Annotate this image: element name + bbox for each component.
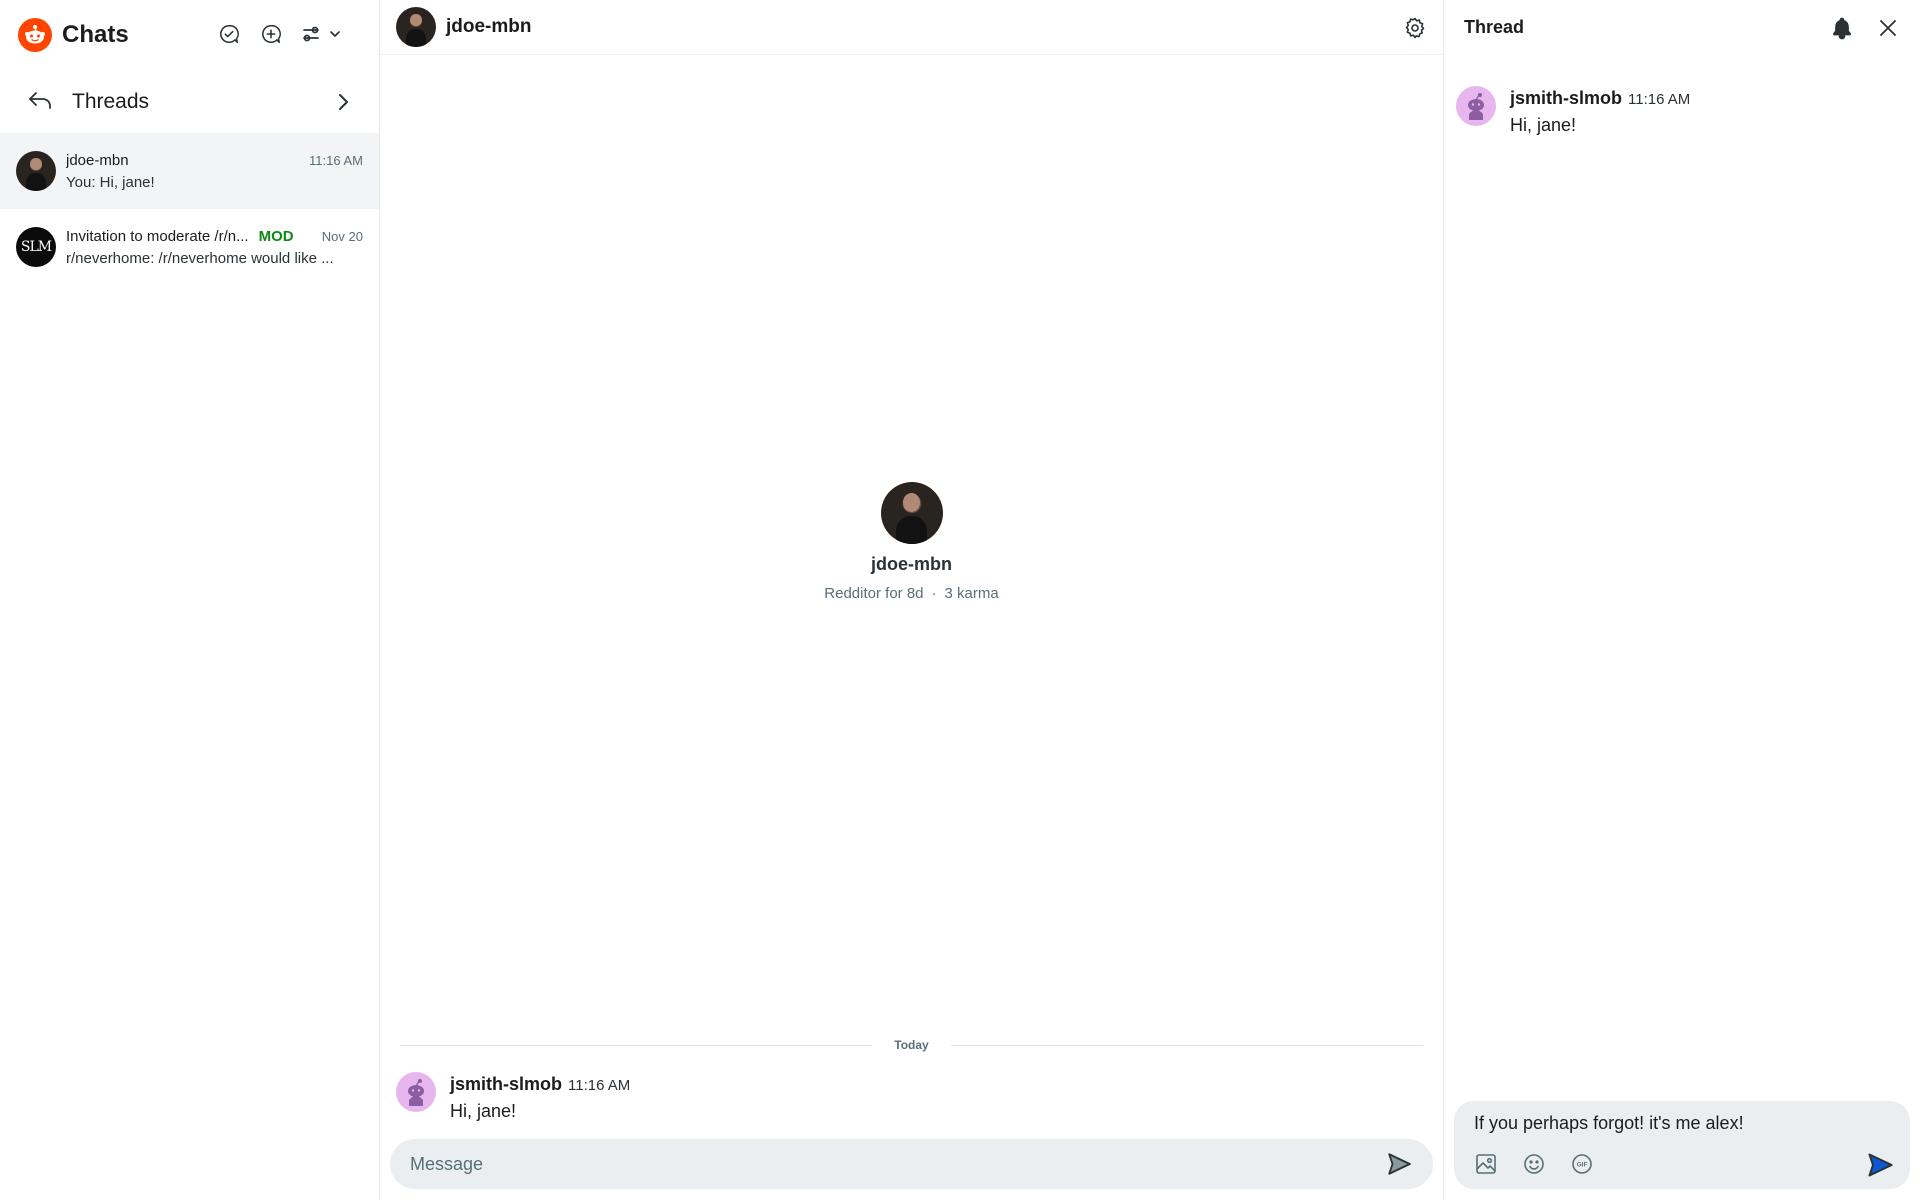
message-text: Hi, jane! <box>1510 115 1577 135</box>
conversation-title[interactable]: jdoe-mbn <box>446 16 532 38</box>
sidebar-actions <box>215 20 347 48</box>
profile-meta: Redditor for 8d · 3 karma <box>380 585 1443 602</box>
gif-icon[interactable]: GIF <box>1568 1150 1596 1178</box>
meta-separator: · <box>931 585 937 602</box>
profile-age: Redditor for 8d <box>824 585 924 602</box>
chat-preview: r/neverhome: /r/neverhome would like ... <box>66 249 334 267</box>
chat-preview: You: Hi, jane! <box>66 173 155 191</box>
emoji-icon[interactable] <box>1520 1150 1548 1178</box>
chat-name: jdoe-mbn <box>66 151 129 169</box>
chat-time: Nov 20 <box>321 228 363 244</box>
date-divider-label: Today <box>894 1038 929 1052</box>
thread-message: jsmith-slmob 11:16 AM Hi, jane! <box>1456 86 1690 136</box>
image-icon[interactable] <box>1472 1150 1500 1178</box>
avatar[interactable] <box>396 1072 436 1112</box>
conversation-pane: jdoe-mbn jdoe-mbn Redditor for 8d · 3 karm… <box>380 0 1444 1200</box>
send-icon[interactable] <box>1866 1151 1894 1179</box>
sidebar: Chats Threads jdoe-mbn 11:16 AM You: Hi,… <box>0 0 380 1200</box>
message-input[interactable] <box>410 1153 1385 1175</box>
avatar: SLM <box>16 227 56 267</box>
chat-app: Chats Threads jdoe-mbn 11:16 AM You: Hi,… <box>0 0 1920 1200</box>
check-bubble-icon[interactable] <box>215 20 243 48</box>
threads-link[interactable]: Threads <box>0 71 379 133</box>
profile-name[interactable]: jdoe-mbn <box>380 554 1443 575</box>
conversation-header: jdoe-mbn <box>380 0 1443 55</box>
date-divider: Today <box>400 1038 1424 1052</box>
chat-name: Invitation to moderate /r/n... <box>66 227 249 245</box>
message: jsmith-slmob 11:16 AM Hi, jane! <box>396 1072 630 1122</box>
profile-karma: 3 karma <box>944 585 999 602</box>
sidebar-header: Chats <box>0 0 379 70</box>
gear-icon[interactable] <box>1401 14 1429 42</box>
message-author[interactable]: jsmith-slmob <box>450 1074 562 1095</box>
chevron-right-icon <box>331 90 355 119</box>
thread-panel: Thread jsmith-slmob 11:16 AM Hi, jane! I… <box>1444 0 1920 1200</box>
svg-text:GIF: GIF <box>1577 1162 1588 1169</box>
sliders-icon[interactable] <box>299 20 347 48</box>
avatar[interactable] <box>880 482 943 544</box>
plus-bubble-icon[interactable] <box>257 20 285 48</box>
reddit-logo-icon <box>18 18 52 52</box>
chat-list-item[interactable]: jdoe-mbn 11:16 AM You: Hi, jane! <box>0 133 379 209</box>
mod-badge: MOD <box>258 227 294 245</box>
message-author[interactable]: jsmith-slmob <box>1510 88 1622 109</box>
back-arrow-icon <box>26 86 54 119</box>
message-composer <box>390 1139 1433 1189</box>
bell-icon[interactable] <box>1828 14 1856 42</box>
threads-label: Threads <box>72 90 150 113</box>
avatar <box>16 151 56 191</box>
close-icon[interactable] <box>1874 14 1902 42</box>
avatar[interactable] <box>396 7 436 47</box>
send-icon[interactable] <box>1385 1150 1413 1178</box>
thread-header: Thread <box>1444 0 1920 55</box>
chat-list-item[interactable]: SLM Invitation to moderate /r/n... MOD N… <box>0 209 379 285</box>
thread-composer[interactable]: If you perhaps forgot! it's me alex! GIF <box>1454 1101 1910 1189</box>
message-text: Hi, jane! <box>450 1101 517 1121</box>
profile-card: jdoe-mbn Redditor for 8d · 3 karma <box>380 482 1443 602</box>
message-time: 11:16 AM <box>568 1077 631 1094</box>
thread-reply-input[interactable]: If you perhaps forgot! it's me alex! <box>1474 1113 1890 1134</box>
thread-title: Thread <box>1464 17 1525 37</box>
chat-time: 11:16 AM <box>309 152 363 168</box>
avatar[interactable] <box>1456 86 1496 126</box>
message-time: 11:16 AM <box>1628 91 1691 108</box>
app-title: Chats <box>62 21 129 48</box>
